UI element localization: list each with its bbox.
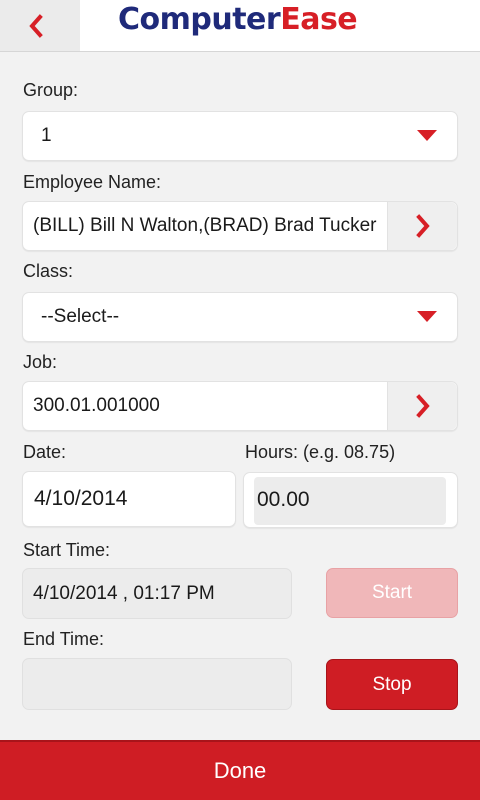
chevron-right-icon bbox=[415, 394, 430, 418]
start-time-value: 4/10/2014 , 01:17 PM bbox=[33, 582, 215, 604]
group-label: Group: bbox=[23, 80, 79, 100]
start-time-label: Start Time: bbox=[23, 540, 111, 560]
start-time-field: 4/10/2014 , 01:17 PM bbox=[22, 568, 292, 619]
app-header: ComputerEase bbox=[0, 0, 480, 52]
date-field[interactable]: 4/10/2014 bbox=[22, 471, 236, 527]
chevron-left-icon bbox=[29, 13, 43, 38]
hours-value: 00.00 bbox=[257, 488, 310, 511]
done-button[interactable]: Done bbox=[0, 740, 480, 800]
class-select-value: --Select-- bbox=[41, 306, 120, 327]
logo-primary: Computer bbox=[118, 2, 281, 37]
job-picker-button[interactable] bbox=[387, 382, 457, 430]
hours-field[interactable]: 00.00 bbox=[243, 472, 458, 528]
logo-accent: Ease bbox=[280, 2, 358, 37]
start-button[interactable]: Start bbox=[326, 568, 458, 618]
group-select-value: 1 bbox=[41, 125, 52, 146]
class-select[interactable]: --Select-- bbox=[22, 292, 458, 342]
chevron-right-icon bbox=[415, 214, 430, 238]
employee-name-value: (BILL) Bill N Walton,(BRAD) Brad Tucker bbox=[33, 215, 377, 236]
back-button[interactable] bbox=[0, 0, 80, 51]
job-label: Job: bbox=[23, 352, 58, 372]
job-field[interactable]: 300.01.001000 bbox=[22, 381, 458, 431]
employee-name-field[interactable]: (BILL) Bill N Walton,(BRAD) Brad Tucker bbox=[22, 201, 458, 251]
employee-picker-button[interactable] bbox=[387, 202, 457, 250]
employee-name-label: Employee Name: bbox=[23, 172, 162, 192]
stop-button[interactable]: Stop bbox=[326, 659, 458, 710]
group-select[interactable]: 1 bbox=[22, 111, 458, 161]
app-logo: ComputerEase bbox=[118, 2, 358, 37]
date-value: 4/10/2014 bbox=[34, 487, 128, 510]
job-value: 300.01.001000 bbox=[33, 395, 160, 416]
dropdown-arrow-icon bbox=[417, 311, 437, 322]
dropdown-arrow-icon bbox=[417, 130, 437, 141]
hours-label: Hours: (e.g. 08.75) bbox=[245, 442, 396, 462]
date-label: Date: bbox=[23, 442, 67, 462]
class-label: Class: bbox=[23, 261, 74, 281]
end-time-field bbox=[22, 658, 292, 710]
end-time-label: End Time: bbox=[23, 629, 105, 649]
